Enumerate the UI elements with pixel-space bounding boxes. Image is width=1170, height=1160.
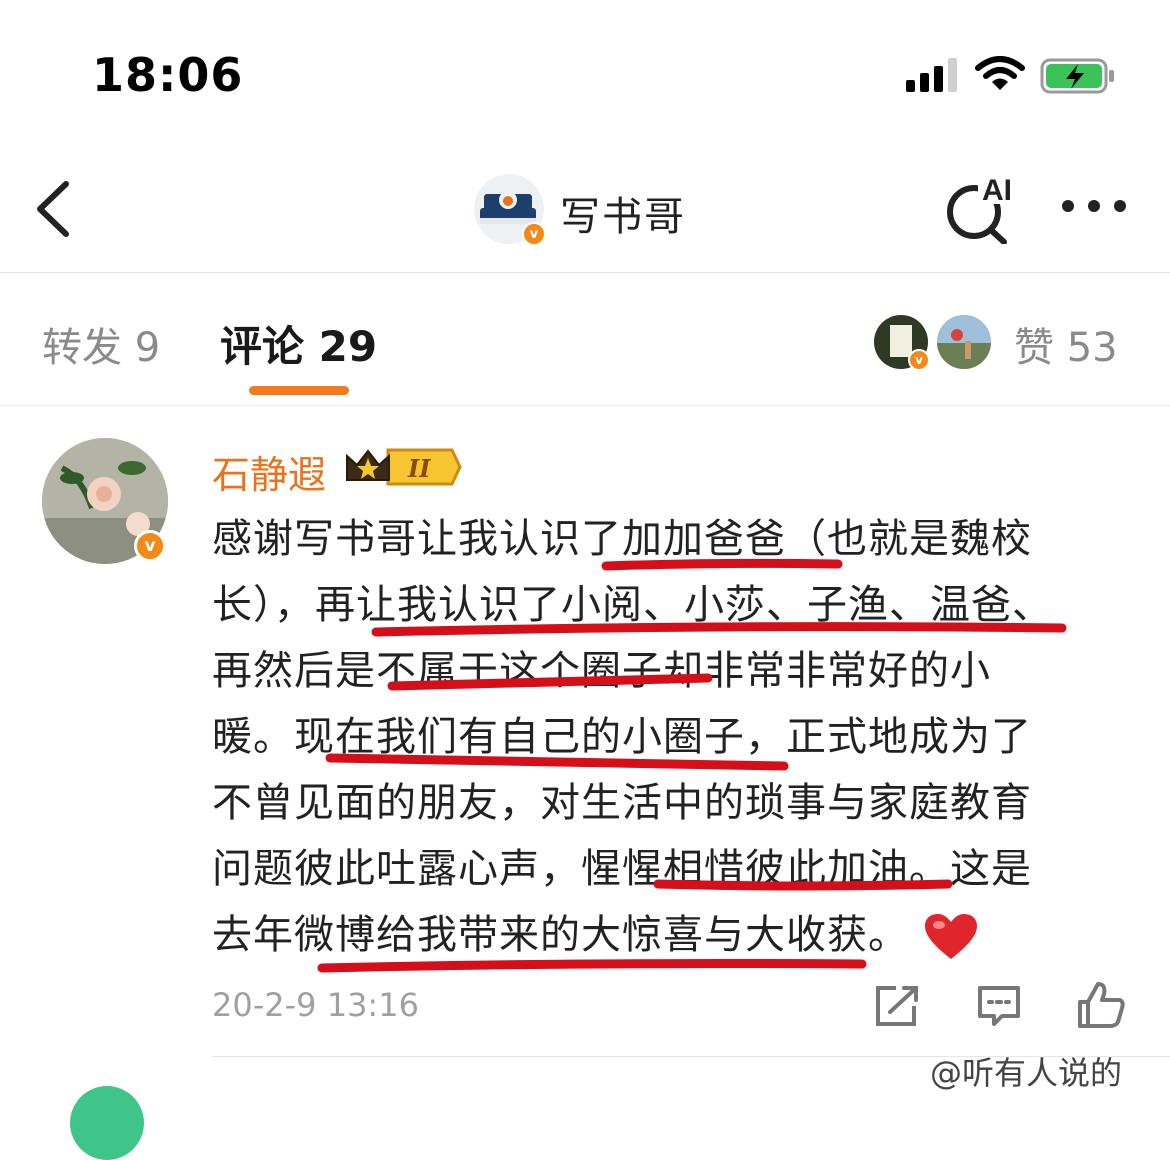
share-icon[interactable] (874, 984, 920, 1028)
comment-timestamp: 20-2-9 13:16 (212, 986, 419, 1024)
comment-line: 再然后是不属于这个圈子却非常非常好的小 (212, 648, 991, 694)
comment-username[interactable]: 石静遐 (212, 444, 326, 499)
verified-badge-icon: v (134, 530, 166, 562)
comment-line: 暖。现在我们有自己的小圈子，正式地成为了 (212, 714, 1032, 760)
verified-badge-icon: v (522, 222, 546, 246)
ai-search-icon[interactable]: AI (944, 172, 1020, 244)
account-avatar[interactable]: v (474, 174, 546, 246)
tab-reposts[interactable]: 转发 9 (42, 315, 160, 373)
cellular-signal-icon (906, 58, 957, 92)
status-time: 18:06 (92, 48, 244, 102)
comment-text: 感谢写书哥让我认识了加加爸爸（也就是魏校 长），再让我认识了小阅、小莎、子渔、温… (212, 506, 1122, 968)
back-icon[interactable] (30, 178, 80, 240)
verified-badge-icon: v (908, 349, 930, 371)
comment-line: 感谢写书哥让我认识了加加爸爸（也就是魏校 (212, 516, 1032, 562)
next-commenter-avatar[interactable] (70, 1086, 144, 1160)
weibo-watermark: @听有人说的 (930, 1054, 1123, 1092)
liker-avatar-image (937, 315, 991, 369)
tab-likes[interactable]: 赞 53 (1014, 315, 1118, 373)
liker-avatar[interactable] (937, 315, 991, 369)
more-icon[interactable] (1058, 190, 1130, 222)
comment-line: 问题彼此吐露心声，惺惺相惜彼此加油。这是 (212, 846, 1032, 892)
reply-icon[interactable] (976, 984, 1022, 1028)
heart-emoji-icon (924, 914, 977, 959)
page-title: 写书哥 (560, 194, 686, 240)
crown-badge-icon: II (346, 448, 462, 486)
level-label: II (407, 454, 431, 483)
tab-bar: 转发 9 评论 29 v 赞 53 (0, 273, 1170, 406)
liker-avatar[interactable]: v (874, 315, 930, 371)
ai-label: AI (982, 174, 1012, 207)
active-tab-indicator (249, 386, 349, 395)
nav-bar: v 写书哥 AI (0, 150, 1170, 273)
status-bar: 18:06 (0, 0, 1170, 150)
tab-comments[interactable]: 评论 29 (220, 313, 377, 374)
battery-icon (1040, 58, 1114, 94)
comment-line: 去年微博给我带来的大惊喜与大收获。 (212, 912, 909, 958)
comment-line: 不曾见面的朋友，对生活中的琐事与家庭教育 (212, 780, 1032, 826)
like-icon[interactable] (1076, 980, 1126, 1030)
wifi-icon (975, 56, 1025, 90)
comment-line: 长），再让我认识了小阅、小莎、子渔、温爸、 (212, 582, 1053, 628)
